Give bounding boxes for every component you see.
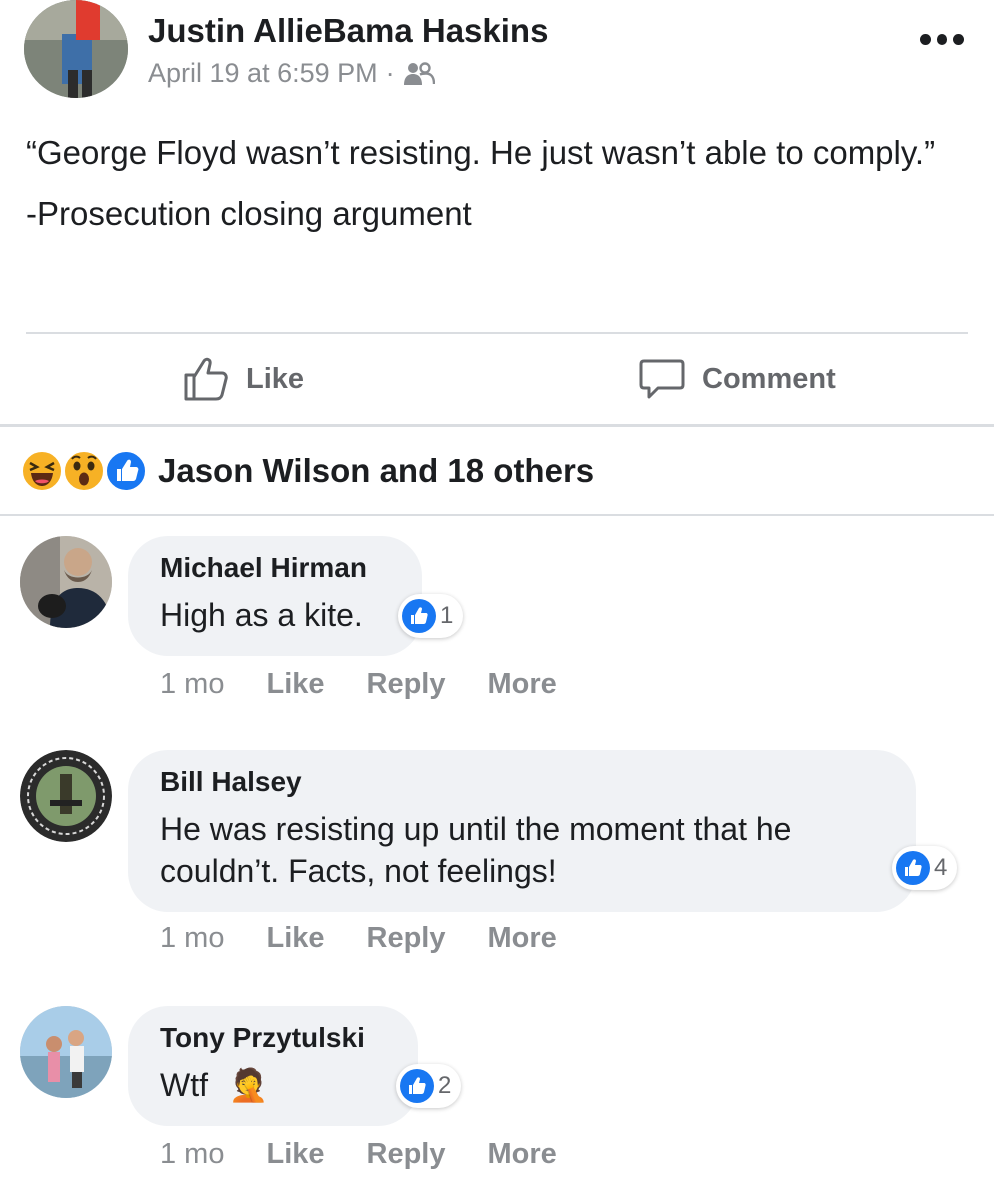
- comment-bubble[interactable]: Bill Halsey He was resisting up until th…: [128, 750, 916, 912]
- like-icon: [104, 449, 148, 493]
- like-icon: [896, 851, 930, 885]
- reaction-count-value: 4: [934, 854, 948, 881]
- post-author-name[interactable]: Justin AllieBama Haskins: [148, 12, 548, 50]
- comment-reaction-count[interactable]: 1: [398, 594, 464, 638]
- comment-bubble[interactable]: Michael Hirman High as a kite.: [128, 536, 422, 656]
- comment-text-value: Wtf: [160, 1067, 208, 1103]
- comment-more-link[interactable]: More: [488, 668, 557, 701]
- comment-age[interactable]: 1 mo: [160, 668, 224, 701]
- comment-more-link[interactable]: More: [488, 922, 557, 955]
- post-text-quote: “George Floyd wasn’t resisting. He just …: [26, 134, 936, 171]
- comment-reaction-count[interactable]: 2: [396, 1064, 462, 1108]
- comment-icon: [639, 359, 685, 399]
- like-button[interactable]: Like: [182, 354, 304, 404]
- wow-icon: [62, 449, 106, 493]
- comment-bubble[interactable]: Tony Przytulski Wtf 🤦: [128, 1006, 418, 1126]
- post-header: Justin AllieBama Haskins April 19 at 6:5…: [0, 0, 994, 110]
- commenter-name[interactable]: Michael Hirman: [160, 550, 390, 586]
- commenter-name[interactable]: Bill Halsey: [160, 764, 884, 800]
- comment-actions: 1 mo Like Reply More: [160, 922, 557, 955]
- comment-button-label: Comment: [702, 362, 836, 395]
- comment-text: High as a kite.: [160, 597, 363, 633]
- reaction-icons: [20, 447, 148, 495]
- friends-icon: [403, 61, 435, 87]
- commenter-avatar[interactable]: [20, 750, 112, 842]
- comment-reply-link[interactable]: Reply: [367, 668, 446, 701]
- more-dots-icon[interactable]: [920, 28, 965, 50]
- author-avatar[interactable]: [24, 0, 128, 98]
- commenter-avatar[interactable]: [20, 536, 112, 628]
- reaction-count-value: 2: [438, 1072, 452, 1099]
- divider: [0, 514, 994, 516]
- comment-text: Wtf 🤦: [160, 1064, 386, 1106]
- reaction-count-value: 1: [440, 602, 454, 629]
- meta-separator: ·: [385, 58, 395, 88]
- reactions-summary-text: Jason Wilson and 18 others: [158, 452, 595, 489]
- like-button-label: Like: [246, 362, 305, 395]
- post-timestamp[interactable]: April 19 at 6:59 PM: [148, 58, 378, 89]
- haha-icon: [20, 449, 64, 493]
- post-text-attribution: -Prosecution closing argument: [26, 195, 472, 232]
- comment-actions: 1 mo Like Reply More: [160, 1138, 557, 1171]
- comment-more-link[interactable]: More: [488, 1138, 557, 1171]
- post-body: “George Floyd wasn’t resisting. He just …: [26, 130, 956, 252]
- commenter-name[interactable]: Tony Przytulski: [160, 1020, 386, 1056]
- facepalm-emoji: 🤦: [228, 1067, 269, 1103]
- reactions-summary[interactable]: Jason Wilson and 18 others: [20, 446, 594, 496]
- comment-like-link[interactable]: Like: [266, 1138, 324, 1171]
- comment-age[interactable]: 1 mo: [160, 922, 224, 955]
- comment-actions: 1 mo Like Reply More: [160, 668, 557, 701]
- post-meta: April 19 at 6:59 PM ·: [148, 58, 435, 89]
- comment-reaction-count[interactable]: 4: [892, 846, 958, 890]
- comment-like-link[interactable]: Like: [266, 922, 324, 955]
- comment-text: He was resisting up until the moment tha…: [160, 811, 792, 889]
- divider: [0, 424, 994, 427]
- action-bar: Like Comment: [0, 334, 994, 424]
- thumbs-up-icon: [184, 357, 228, 401]
- comment-age[interactable]: 1 mo: [160, 1138, 224, 1171]
- like-icon: [402, 599, 436, 633]
- comment-like-link[interactable]: Like: [266, 668, 324, 701]
- commenter-avatar[interactable]: [20, 1006, 112, 1098]
- comment-button[interactable]: Comment: [638, 354, 836, 404]
- comment-reply-link[interactable]: Reply: [367, 1138, 446, 1171]
- comment-reply-link[interactable]: Reply: [367, 922, 446, 955]
- like-icon: [400, 1069, 434, 1103]
